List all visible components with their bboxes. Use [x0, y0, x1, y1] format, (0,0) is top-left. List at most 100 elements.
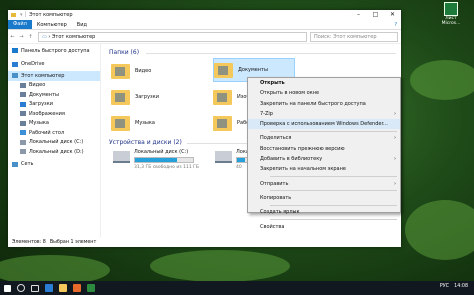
firefox-icon[interactable] [73, 284, 81, 292]
help-icon[interactable]: ? [394, 22, 397, 28]
folder-music[interactable]: Музыка [111, 112, 197, 134]
context-menu-item[interactable]: Восстановить прежнюю версию [248, 144, 400, 154]
sidebar-item-this-pc[interactable]: Этот компьютер [8, 71, 100, 81]
sidebar-item-pictures[interactable]: Изображения [8, 109, 100, 119]
excel-file-icon [444, 2, 458, 16]
sidebar-item-downloads[interactable]: Загрузки [8, 100, 100, 110]
video-folder-icon [111, 63, 130, 79]
folder-label: Документы [238, 67, 268, 73]
sidebar-item-label: Панель быстрого доступа [21, 47, 90, 54]
context-menu-item[interactable]: Создать ярлык [248, 207, 400, 217]
documents-folder-icon [20, 92, 26, 98]
sidebar-item-network[interactable]: Сеть [8, 160, 100, 170]
context-menu-item-label: Добавить в библиотеку [260, 156, 323, 163]
music-folder-icon [20, 120, 26, 126]
minimize-button[interactable]: – [350, 10, 367, 20]
title-bar: ▾ │ Этот компьютер – □ ✕ [8, 10, 401, 20]
menu-separator [270, 204, 397, 206]
context-menu-item-label: Свойства [260, 223, 285, 230]
sidebar-item-desktop[interactable]: Рабочий стол [8, 128, 100, 138]
sidebar-item-quick-access[interactable]: Панель быстрого доступа [8, 46, 100, 56]
close-button[interactable]: ✕ [384, 10, 401, 20]
sidebar-item-label: Видео [29, 82, 46, 89]
chevron-right-icon: › [394, 180, 396, 187]
context-menu-item-label: Создать ярлык [260, 209, 300, 216]
chevron-right-icon: › [394, 135, 396, 142]
video-folder-icon [20, 82, 26, 88]
folders-group-header[interactable]: Папки (6) [109, 49, 139, 56]
store-icon[interactable] [87, 284, 95, 292]
sidebar-item-music[interactable]: Музыка [8, 119, 100, 129]
context-menu-item[interactable]: Проверка с использованием Windows Defend… [248, 119, 400, 130]
folder-icon [11, 13, 16, 17]
sidebar-item-label: Локальный диск (C:) [29, 139, 84, 146]
sidebar-item-label: Этот компьютер [21, 72, 65, 79]
drive-c[interactable]: Локальный диск (C:) 31,3 ГБ свободно из … [113, 149, 199, 170]
drive-icon [20, 149, 26, 155]
leaf-decoration [405, 200, 474, 260]
folder-label: Загрузки [135, 94, 159, 100]
sidebar-item-onedrive[interactable]: OneDrive [8, 60, 100, 70]
context-menu-item-label: Проверка с использованием Windows Defend… [260, 121, 388, 128]
folder-videos[interactable]: Видео [111, 60, 197, 82]
navigation-pane: Панель быстрого доступа OneDrive Этот ко… [8, 43, 101, 237]
sidebar-item-drive-c[interactable]: Локальный диск (C:) [8, 138, 100, 148]
tab-computer[interactable]: Компьютер [32, 22, 72, 28]
search-input[interactable]: Поиск: Этот компьютер [310, 31, 398, 42]
context-menu-item[interactable]: Свойства [248, 222, 400, 232]
up-icon[interactable]: ↑ [26, 34, 35, 40]
desktop-excel-icon[interactable]: Лист Micros... [436, 2, 466, 26]
chevron-right-icon: › [394, 156, 396, 163]
context-menu-item-label: Отправить [260, 180, 289, 187]
sidebar-item-videos[interactable]: Видео [8, 81, 100, 91]
divider [146, 53, 396, 54]
leaf-decoration [150, 250, 290, 282]
drives-group-header[interactable]: Устройства и диски (2) [109, 139, 182, 146]
context-menu-item-label: Открыть в новом окне [260, 90, 320, 97]
folder-label: Видео [135, 68, 152, 74]
network-icon [12, 161, 18, 167]
context-menu-item[interactable]: Закрепить на начальном экране [248, 164, 400, 174]
sidebar-item-label: Сеть [21, 161, 34, 168]
edge-icon[interactable] [45, 284, 53, 292]
context-menu-item[interactable]: Открыть [248, 78, 400, 88]
context-menu-item[interactable]: Закрепить на панели быстрого доступа [248, 99, 400, 109]
tab-view[interactable]: Вид [72, 22, 92, 28]
sidebar-item-label: Музыка [29, 120, 49, 127]
downloads-folder-icon [111, 89, 130, 105]
downloads-folder-icon [20, 101, 26, 107]
computer-icon: ▭ [42, 33, 47, 40]
breadcrumb-chevron-icon: › [48, 33, 51, 40]
search-icon[interactable] [17, 284, 25, 292]
taskbar: РУС 14:08 [0, 281, 474, 295]
sidebar-item-label: Локальный диск (D:) [29, 148, 84, 155]
address-bar[interactable]: ▭ › Этот компьютер [38, 31, 307, 42]
status-selected: Выбран 1 элемент [49, 239, 97, 245]
folder-downloads[interactable]: Загрузки [111, 86, 197, 108]
sidebar-item-drive-d[interactable]: Локальный диск (D:) [8, 147, 100, 157]
desktop-folder-icon [213, 115, 232, 131]
context-menu-item[interactable]: Поделиться › [248, 133, 400, 143]
drive-usage-fill [135, 158, 177, 162]
quick-access-toolbar[interactable]: ▾ │ [20, 12, 27, 18]
context-menu-item-label: Поделиться [260, 135, 292, 142]
context-menu-item[interactable]: Добавить в библиотеку › [248, 154, 400, 164]
sidebar-item-documents[interactable]: Документы [8, 90, 100, 100]
context-menu-item[interactable]: Копировать [248, 193, 400, 203]
tab-file[interactable]: Файл [8, 20, 32, 29]
context-menu-item[interactable]: Отправить › [248, 179, 400, 189]
task-view-icon[interactable] [31, 284, 39, 292]
language-indicator[interactable]: РУС [440, 284, 449, 289]
start-icon[interactable] [4, 284, 11, 292]
context-menu-item[interactable]: Открыть в новом окне [248, 88, 400, 98]
explorer-icon[interactable] [59, 284, 67, 292]
back-icon[interactable]: ← [8, 34, 17, 40]
forward-icon[interactable]: → [17, 34, 26, 40]
drive-free-space: 31,3 ГБ свободно из 111 ГБ [134, 165, 199, 170]
maximize-button[interactable]: □ [367, 10, 384, 20]
status-item-count: Элементов: 8 [12, 239, 46, 245]
clock[interactable]: 14:08 [454, 284, 468, 289]
menu-separator [270, 176, 397, 178]
context-menu-item-label: 7-Zip [260, 110, 273, 117]
context-menu-item[interactable]: 7-Zip › [248, 109, 400, 119]
